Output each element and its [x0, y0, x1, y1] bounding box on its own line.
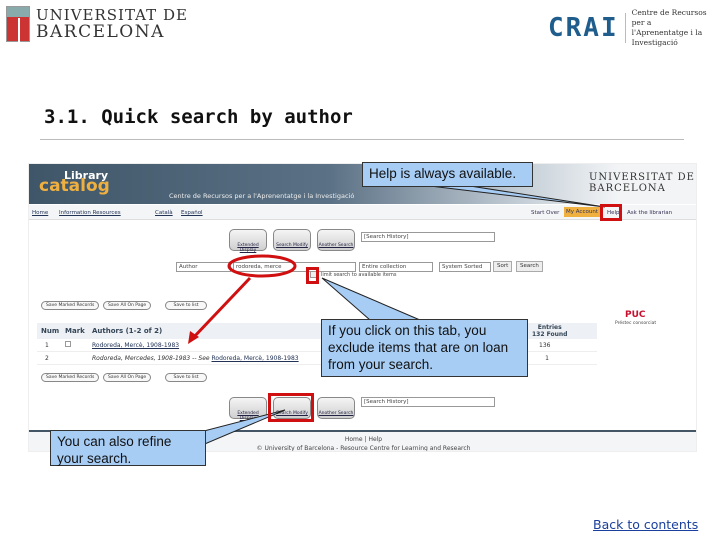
help-callout: Help is always available. [362, 162, 533, 187]
help-highlight [600, 204, 622, 221]
refine-callout: You can also refine your search. [50, 430, 206, 466]
back-to-contents-link[interactable]: Back to contents [593, 517, 698, 532]
search-term-highlight [227, 254, 297, 278]
help-callout-pointer [429, 185, 606, 208]
limit-callout-pointer [321, 277, 421, 321]
red-arrow [191, 276, 252, 340]
limit-callout: If you click on this tab, you exclude it… [321, 319, 528, 377]
search-modify-highlight [268, 393, 314, 422]
limit-checkbox-highlight [306, 267, 319, 284]
